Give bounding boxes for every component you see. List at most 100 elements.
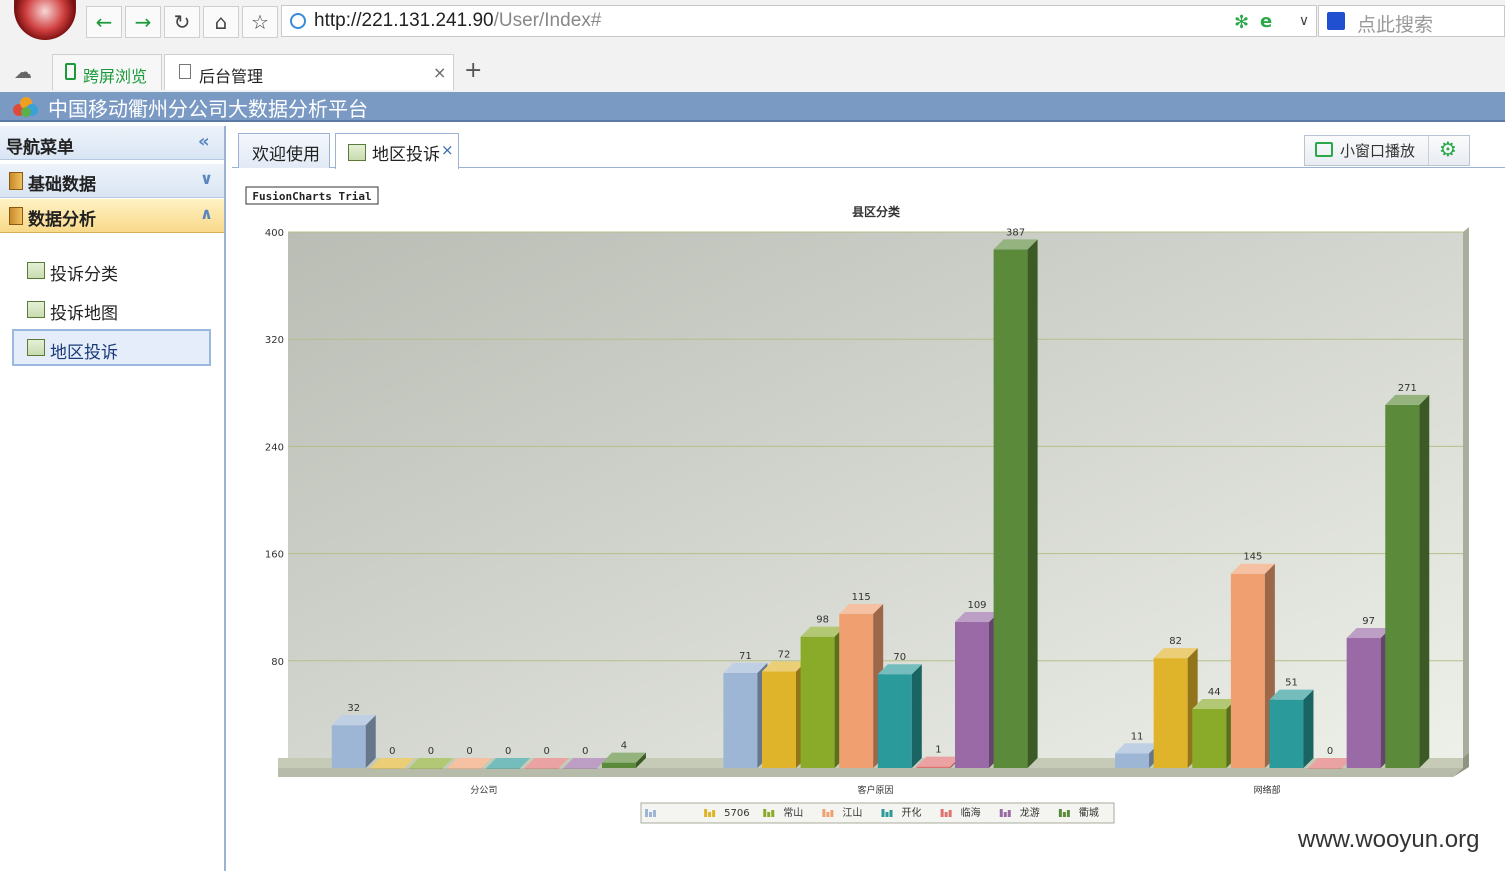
tab-welcome[interactable]: 欢迎使用 [238, 133, 330, 168]
mini-window-button[interactable]: 小窗口播放 [1305, 136, 1429, 165]
legend-label: 衢城 [1079, 807, 1099, 819]
bar[interactable] [331, 725, 366, 768]
data-label: 109 [967, 600, 986, 611]
data-label: 82 [1169, 636, 1182, 647]
cloud-icon[interactable]: ☁ [14, 62, 32, 83]
close-icon[interactable]: × [441, 141, 454, 159]
sidebar-item-label: 地区投诉 [50, 343, 118, 363]
address-bar[interactable]: http://221.131.241.90/User/Index# ✻ e [281, 5, 1317, 37]
collapse-left-icon[interactable]: « [198, 131, 210, 152]
bar-side [1027, 239, 1038, 769]
bar[interactable] [1115, 753, 1150, 768]
legend-swatch [771, 810, 775, 817]
sidebar-group-data-analysis[interactable]: 数据分析 ∧ [0, 199, 224, 233]
arrow-left-icon: ← [95, 10, 113, 34]
legend-swatch [826, 812, 830, 817]
table-icon [27, 301, 45, 318]
bar[interactable] [877, 674, 912, 768]
bar[interactable] [723, 672, 758, 768]
x-tick-label: 分公司 [470, 785, 497, 796]
main-tab-bar: 欢迎使用 地区投诉 × 小窗口播放 ⚙ [232, 126, 1505, 169]
legend-label: 5706 [724, 808, 749, 819]
browser-tab-admin[interactable]: 后台管理 × [164, 54, 454, 90]
tab-region-complaint[interactable]: 地区投诉 × [335, 133, 459, 169]
browser-tab-row: ☁ 跨屏浏览 后台管理 × + [0, 50, 1505, 92]
search-engine-icon[interactable] [1327, 12, 1345, 30]
bar[interactable] [955, 621, 989, 768]
bar[interactable] [916, 766, 951, 768]
sidebar-item-region-complaint[interactable]: 地区投诉 [12, 329, 211, 366]
bar[interactable] [800, 636, 835, 768]
home-button[interactable]: ⌂ [203, 6, 239, 38]
star-icon: ☆ [251, 10, 269, 34]
bar[interactable] [1192, 709, 1227, 768]
bar[interactable] [447, 768, 482, 769]
browser-tab-label: 后台管理 [199, 67, 264, 86]
bar[interactable] [1230, 573, 1265, 768]
gear-icon[interactable]: ⚙ [1439, 137, 1457, 161]
bar[interactable] [601, 762, 636, 768]
legend-swatch [763, 809, 767, 817]
search-box[interactable]: 点此搜索 [1318, 5, 1505, 37]
browser-tab-crossscreen[interactable]: 跨屏浏览 [52, 54, 162, 90]
y-tick-label: 80 [271, 657, 284, 668]
bar[interactable] [762, 671, 796, 768]
watermark-text: www.wooyun.org [1298, 826, 1480, 853]
bar[interactable] [408, 768, 443, 769]
y-tick-label: 160 [265, 550, 284, 561]
url-dropdown-button[interactable]: ∨ [1290, 5, 1318, 37]
accelerate-icon[interactable]: ✻ [1234, 12, 1249, 33]
legend-swatch [944, 812, 948, 817]
bookmark-button[interactable]: ☆ [242, 6, 278, 38]
bar[interactable] [1269, 699, 1304, 768]
forward-button[interactable]: → [125, 6, 161, 38]
legend-swatch [704, 809, 708, 817]
page-icon [179, 64, 191, 79]
legend-swatch [649, 812, 652, 817]
browser-chrome: ← → ↻ ⌂ ☆ http://221.131.241.90/User/Ind… [0, 0, 1505, 93]
legend-label: 开化 [902, 806, 922, 819]
bar[interactable] [370, 768, 405, 769]
data-label: 271 [1398, 383, 1417, 394]
data-label: 0 [428, 746, 434, 757]
legend-swatch [830, 810, 834, 817]
url-text[interactable]: http://221.131.241.90/User/Index# [314, 10, 601, 32]
bar[interactable] [1308, 768, 1343, 769]
chevron-down-icon: ∨ [1298, 13, 1310, 29]
bar[interactable] [524, 768, 559, 769]
back-button[interactable]: ← [86, 6, 122, 38]
chart-title: 县区分类 [852, 204, 901, 219]
bar[interactable] [1346, 638, 1381, 768]
sidebar-item-complaint-category[interactable]: 投诉分类 [12, 254, 211, 288]
legend-swatch [822, 809, 826, 817]
url-path: /User/Index# [493, 10, 602, 31]
bar[interactable] [486, 768, 521, 769]
bar[interactable] [993, 249, 1028, 769]
bar-chart: FusionCharts Trial县区分类080160240320400分公司… [245, 186, 1469, 824]
data-label: 0 [466, 746, 472, 757]
legend-swatch [653, 810, 656, 817]
legend-swatch [940, 809, 944, 817]
table-icon [27, 339, 45, 356]
legend-swatch [708, 812, 712, 817]
reload-button[interactable]: ↻ [164, 6, 200, 38]
bar[interactable] [1385, 404, 1420, 768]
bar[interactable] [563, 768, 598, 769]
arrow-right-icon: → [134, 10, 152, 34]
plot-floor [278, 768, 1463, 777]
search-input[interactable]: 点此搜索 [1357, 10, 1433, 37]
ie-mode-icon[interactable]: e [1260, 11, 1272, 32]
close-icon[interactable]: × [433, 63, 446, 82]
data-label: 71 [739, 651, 752, 662]
new-tab-button[interactable]: + [464, 58, 482, 83]
bar[interactable] [839, 613, 874, 768]
sidebar-item-complaint-map[interactable]: 投诉地图 [12, 293, 211, 327]
legend-swatch [999, 809, 1003, 817]
legend-swatch [1062, 812, 1066, 817]
tv-icon [1315, 142, 1333, 157]
sidebar-group-basic-data[interactable]: 基础数据 ∨ [0, 164, 224, 198]
y-tick-label: 400 [265, 228, 284, 239]
user-avatar[interactable] [14, 0, 76, 40]
legend-swatch [1058, 809, 1062, 817]
bar[interactable] [1153, 658, 1188, 768]
